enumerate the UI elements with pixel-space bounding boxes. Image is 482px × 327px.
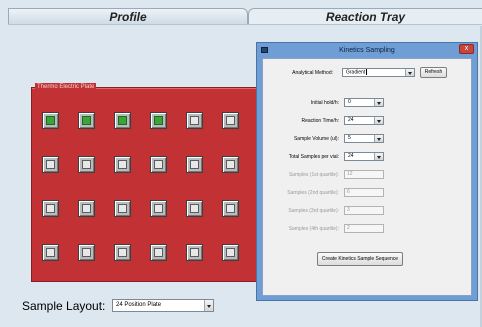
plate-well[interactable]: [150, 156, 167, 173]
dialog-title: Kinetics Sampling: [339, 47, 395, 54]
q1-samples-field: 12: [344, 170, 384, 179]
sample-volume-value: 5: [348, 135, 351, 141]
well-indicator: [226, 248, 235, 257]
tab-bar: Profile Reaction Tray: [0, 0, 482, 26]
dialog-titlebar[interactable]: Kinetics Sampling x: [257, 43, 477, 58]
well-indicator: [226, 160, 235, 169]
plate-well[interactable]: [222, 244, 239, 261]
q3-samples-label: Samples (3rd quartile):: [288, 208, 339, 214]
well-indicator: [118, 116, 127, 125]
refresh-button[interactable]: Refresh: [420, 67, 447, 78]
plate-well[interactable]: [42, 244, 59, 261]
plate-well[interactable]: [78, 200, 95, 217]
analytical-method-select[interactable]: Gradient: [342, 68, 415, 77]
well-indicator: [46, 160, 55, 169]
well-indicator: [226, 116, 235, 125]
chevron-down-icon[interactable]: [405, 69, 414, 76]
plate-well[interactable]: [186, 200, 203, 217]
well-indicator: [154, 248, 163, 257]
kinetics-sampling-dialog: Kinetics Sampling x Analytical Method: G…: [256, 42, 478, 301]
well-indicator: [118, 204, 127, 213]
sample-volume-label: Sample Volume (ul):: [293, 136, 339, 142]
well-indicator: [82, 248, 91, 257]
plate-well[interactable]: [150, 112, 167, 129]
reaction-time-select[interactable]: 24: [344, 116, 384, 125]
chevron-down-icon[interactable]: [374, 153, 383, 160]
sample-layout-value: 24 Position Plate: [116, 302, 162, 308]
q1-samples-label: Samples (1st quartile):: [288, 172, 339, 178]
plate-well[interactable]: [150, 200, 167, 217]
total-samples-select[interactable]: 24: [344, 152, 384, 161]
total-samples-value: 24: [348, 153, 354, 159]
q3-samples-field: 3: [344, 206, 384, 215]
plate-well[interactable]: [78, 156, 95, 173]
text-cursor: [366, 69, 368, 75]
well-indicator: [46, 204, 55, 213]
tab-reaction-tray[interactable]: Reaction Tray: [248, 8, 482, 24]
plate-well[interactable]: [186, 244, 203, 261]
close-icon[interactable]: x: [459, 44, 474, 54]
plate-well[interactable]: [114, 200, 131, 217]
plate-well[interactable]: [222, 112, 239, 129]
well-indicator: [190, 204, 199, 213]
thermo-electric-plate: Thermo Electric Plate: [31, 83, 277, 282]
plate-well[interactable]: [150, 244, 167, 261]
initial-hold-label: Initial hold/h:: [310, 100, 339, 106]
plate-well[interactable]: [114, 156, 131, 173]
create-kinetics-sequence-button[interactable]: Create Kinetics Sample Sequence: [317, 252, 403, 266]
well-indicator: [154, 204, 163, 213]
chevron-down-icon[interactable]: [374, 135, 383, 142]
reaction-time-value: 24: [348, 117, 354, 123]
well-indicator: [154, 116, 163, 125]
reaction-time-label: Reaction Time/h:: [301, 118, 339, 124]
tab-profile[interactable]: Profile: [8, 8, 248, 24]
plate-well[interactable]: [78, 112, 95, 129]
plate-well[interactable]: [42, 200, 59, 217]
sample-layout-select[interactable]: 24 Position Plate: [112, 299, 214, 312]
well-indicator: [190, 160, 199, 169]
analytical-method-value: Gradient: [346, 69, 366, 76]
well-indicator: [82, 116, 91, 125]
q2-samples-label: Samples (2nd quartile):: [287, 190, 339, 196]
chevron-down-icon[interactable]: [374, 117, 383, 124]
plate-well[interactable]: [186, 112, 203, 129]
plate-well[interactable]: [42, 112, 59, 129]
dialog-body: Analytical Method: Gradient Refresh Init…: [262, 58, 472, 296]
plate-well[interactable]: [186, 156, 203, 173]
plate-well-grid: [32, 88, 276, 281]
total-samples-label: Total Samples per vial:: [288, 154, 339, 160]
plate-well[interactable]: [42, 156, 59, 173]
well-indicator: [154, 160, 163, 169]
plate-well[interactable]: [114, 244, 131, 261]
well-indicator: [118, 160, 127, 169]
plate-well[interactable]: [114, 112, 131, 129]
tab-separator: [8, 24, 482, 25]
well-indicator: [190, 116, 199, 125]
initial-hold-value: 0: [348, 99, 351, 105]
sample-volume-select[interactable]: 5: [344, 134, 384, 143]
chevron-down-icon[interactable]: [374, 99, 383, 106]
well-indicator: [118, 248, 127, 257]
well-indicator: [82, 204, 91, 213]
q4-samples-field: 2: [344, 224, 384, 233]
plate-well[interactable]: [222, 156, 239, 173]
initial-hold-select[interactable]: 0: [344, 98, 384, 107]
well-indicator: [46, 248, 55, 257]
q2-samples-field: 6: [344, 188, 384, 197]
plate-well[interactable]: [222, 200, 239, 217]
sample-layout-label: Sample Layout:: [22, 299, 106, 313]
well-indicator: [46, 116, 55, 125]
well-indicator: [190, 248, 199, 257]
chevron-down-icon[interactable]: [204, 300, 213, 311]
well-indicator: [226, 204, 235, 213]
well-indicator: [82, 160, 91, 169]
q4-samples-label: Samples (4th quartile):: [288, 226, 339, 232]
analytical-method-label: Analytical Method:: [292, 70, 333, 76]
plate-well[interactable]: [78, 244, 95, 261]
